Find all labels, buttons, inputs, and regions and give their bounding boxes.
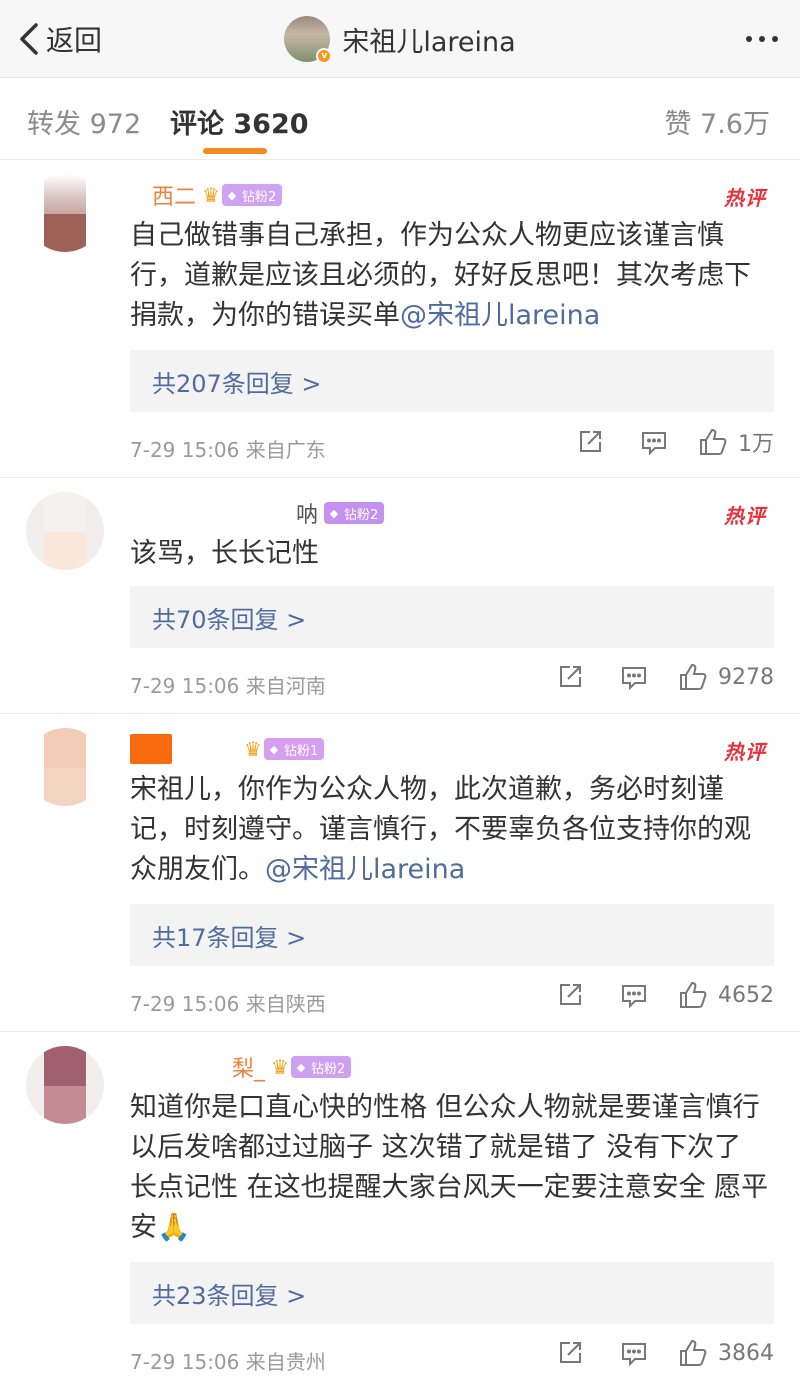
like-count: 1万 xyxy=(738,432,774,457)
location: 来自广东 xyxy=(245,438,326,462)
thumbs-up-icon xyxy=(680,981,707,1008)
crown-icon: ♛ xyxy=(202,183,220,207)
username[interactable]: 梨_ xyxy=(232,1051,265,1083)
chevron-left-icon xyxy=(20,23,38,55)
back-button[interactable]: 返回 xyxy=(18,0,102,78)
avatar[interactable] xyxy=(26,728,104,806)
comment-actions: 4652 xyxy=(538,980,774,1010)
location: 来自贵州 xyxy=(245,1350,326,1374)
fan-badge[interactable]: ◆ 钻粉2 xyxy=(221,184,283,206)
location: 来自陕西 xyxy=(245,992,326,1016)
like-button[interactable]: 3864 xyxy=(678,1338,774,1368)
comment-item: 呐 ◆ 钻粉2 热评 该骂，长长记性 共70条回复 > 7-29 15:06 来… xyxy=(0,478,800,714)
thumbs-up-icon xyxy=(680,1339,707,1366)
replies-link[interactable]: 共23条回复 > xyxy=(130,1262,774,1324)
timestamp: 7-29 15:06 xyxy=(130,992,240,1016)
comment-icon[interactable] xyxy=(602,981,666,1009)
share-icon[interactable] xyxy=(538,981,602,1009)
comment-item: 梨_ ♛ ◆ 钻粉2 知道你是口直心快的性格 但公众人物就是要谨言慎行 以后发啥… xyxy=(0,1032,800,1382)
share-icon[interactable] xyxy=(558,428,622,456)
crown-icon: ♛ xyxy=(244,737,262,761)
timestamp: 7-29 15:06 xyxy=(130,438,240,462)
top-nav-bar: 返回 v 宋祖儿lareina xyxy=(0,0,800,78)
comment-icon[interactable] xyxy=(602,663,666,691)
thumbs-up-icon xyxy=(700,428,727,455)
mention-link[interactable]: @宋祖儿lareina xyxy=(400,300,600,331)
more-options-icon[interactable] xyxy=(746,0,778,78)
comment-actions: 9278 xyxy=(538,662,774,692)
active-tab-indicator xyxy=(203,148,267,154)
share-icon[interactable] xyxy=(538,663,602,691)
comment-header: ♛ ◆ 钻粉1 xyxy=(130,732,325,766)
comment-actions: 1万 xyxy=(558,426,774,458)
tab-like[interactable]: 赞 7.6万 xyxy=(664,102,770,141)
location: 来自河南 xyxy=(245,674,326,698)
hot-comment-badge: 热评 xyxy=(724,740,766,764)
like-count: 9278 xyxy=(718,664,774,690)
hot-comment-badge: 热评 xyxy=(724,186,766,210)
comment-text: 自己做错事自己承担，作为公众人物更应该谨言慎行，道歉是应该且必须的，好好反思吧！… xyxy=(130,220,751,331)
fan-badge[interactable]: ◆ 钻粉2 xyxy=(324,502,385,524)
comment-icon[interactable] xyxy=(622,428,686,456)
diamond-icon: ◆ xyxy=(329,506,339,520)
thumbs-up-icon xyxy=(680,663,707,690)
comment-icon[interactable] xyxy=(602,1339,666,1367)
share-icon[interactable] xyxy=(538,1339,602,1367)
comment-text: 该骂，长长记性 xyxy=(130,538,319,569)
replies-link[interactable]: 共207条回复 > xyxy=(130,350,774,412)
comment-meta: 7-29 15:06 来自广东 xyxy=(130,434,326,463)
fan-badge[interactable]: ◆ 钻粉1 xyxy=(263,738,325,760)
like-button[interactable]: 4652 xyxy=(678,980,774,1010)
username[interactable]: 呐 xyxy=(296,497,318,529)
verified-icon: v xyxy=(316,48,333,64)
comment-text: 知道你是口直心快的性格 但公众人物就是要谨言慎行 以后发啥都过过脑子 这次错了就… xyxy=(130,1092,769,1243)
comment-meta: 7-29 15:06 来自贵州 xyxy=(130,1346,326,1375)
replies-link[interactable]: 共17条回复 > xyxy=(130,904,774,966)
page-title[interactable]: 宋祖儿lareina xyxy=(342,20,515,59)
mention-link[interactable]: @宋祖儿lareina xyxy=(265,854,465,885)
username[interactable]: 西二 xyxy=(152,179,196,211)
comment-header: 梨_ ♛ ◆ 钻粉2 xyxy=(130,1050,352,1084)
fan-badge[interactable]: ◆ 钻粉2 xyxy=(290,1056,352,1078)
comment-meta: 7-29 15:06 来自陕西 xyxy=(130,988,326,1017)
crown-icon: ♛ xyxy=(271,1055,289,1079)
like-button[interactable]: 1万 xyxy=(698,426,774,458)
avatar[interactable] xyxy=(26,492,104,570)
like-count: 3864 xyxy=(718,1340,774,1366)
diamond-icon: ◆ xyxy=(296,1060,306,1074)
comment-meta: 7-29 15:06 来自河南 xyxy=(130,670,326,699)
hot-comment-badge: 热评 xyxy=(724,504,766,528)
comment-item: 西二 ♛ ◆ 钻粉2 热评 自己做错事自己承担，作为公众人物更应该谨言慎行，道歉… xyxy=(0,160,800,478)
tab-bar: 转发 972 评论 3620 赞 7.6万 xyxy=(0,78,800,160)
like-count: 4652 xyxy=(718,982,774,1008)
avatar[interactable] xyxy=(26,174,104,252)
comment-header: 西二 ♛ ◆ 钻粉2 xyxy=(130,178,283,212)
user-avatar[interactable]: v xyxy=(284,16,333,64)
replies-link[interactable]: 共70条回复 > xyxy=(130,586,774,648)
timestamp: 7-29 15:06 xyxy=(130,1350,240,1374)
comment-text: 宋祖儿，你作为公众人物，此次道歉，务必时刻谨记，时刻遵守。谨言慎行，不要辜负各位… xyxy=(130,774,751,885)
avatar[interactable] xyxy=(26,1046,104,1124)
timestamp: 7-29 15:06 xyxy=(130,674,240,698)
nav-user: v 宋祖儿lareina xyxy=(0,0,800,78)
like-button[interactable]: 9278 xyxy=(678,662,774,692)
comment-actions: 3864 xyxy=(538,1338,774,1368)
comment-header: 呐 ◆ 钻粉2 xyxy=(130,496,385,530)
comment-item: ♛ ◆ 钻粉1 热评 宋祖儿，你作为公众人物，此次道歉，务必时刻谨记，时刻遵守。… xyxy=(0,714,800,1032)
back-label: 返回 xyxy=(46,24,103,57)
diamond-icon: ◆ xyxy=(227,188,237,202)
tab-comment[interactable]: 评论 3620 xyxy=(170,102,309,141)
tab-forward[interactable]: 转发 972 xyxy=(27,102,141,141)
diamond-icon: ◆ xyxy=(269,742,279,756)
